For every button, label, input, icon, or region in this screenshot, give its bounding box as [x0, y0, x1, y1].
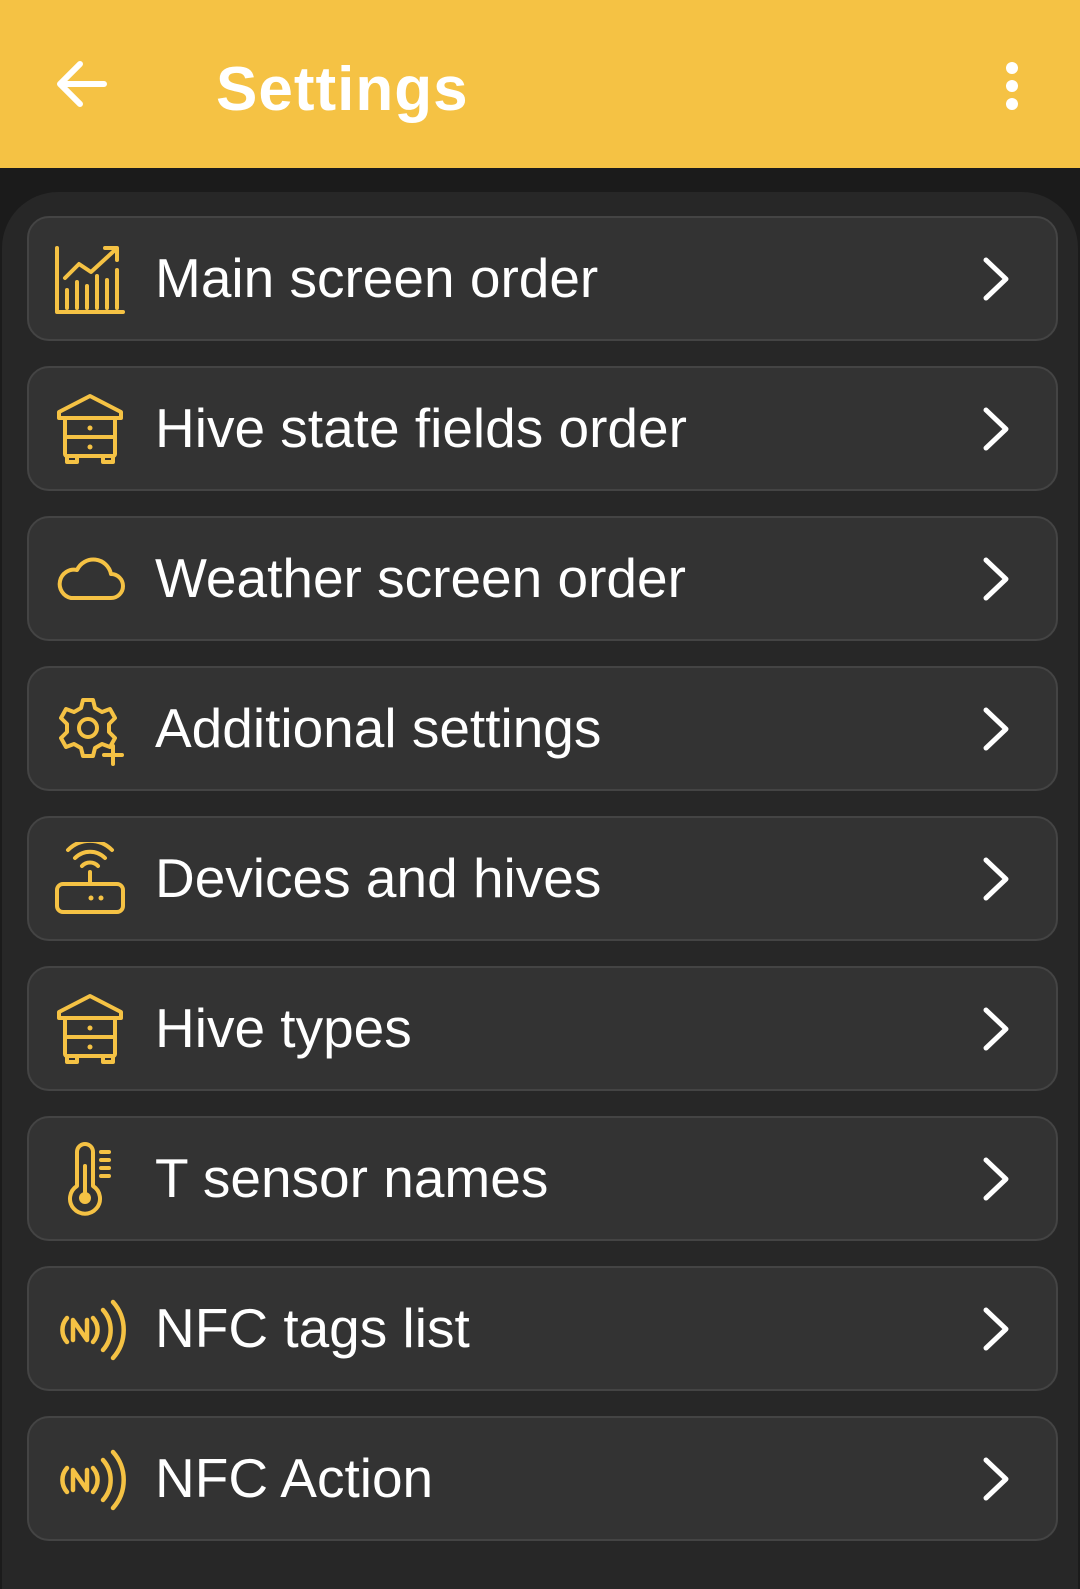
- settings-item-label: Main screen order: [155, 247, 599, 309]
- settings-item-label: NFC tags list: [155, 1297, 470, 1359]
- settings-item-label: Additional settings: [155, 697, 602, 759]
- chevron-right-icon: [983, 557, 1009, 601]
- chevron-right-icon: [983, 1457, 1009, 1501]
- beehive-icon: [57, 394, 123, 464]
- chevron-right-icon: [983, 1007, 1009, 1051]
- page-title: Settings: [216, 55, 469, 124]
- more-vert-icon: [1006, 62, 1018, 110]
- gear-plus-icon: [59, 698, 124, 766]
- settings-item-additional-settings[interactable]: Additional settings: [27, 666, 1058, 791]
- thermometer-icon: [68, 1142, 111, 1216]
- chart-icon: [55, 246, 125, 314]
- router-icon: [55, 842, 125, 914]
- settings-item-hive-types[interactable]: Hive types: [27, 966, 1058, 1091]
- chevron-right-icon: [983, 407, 1009, 451]
- chevron-right-icon: [983, 707, 1009, 751]
- settings-item-hive-state-fields-order[interactable]: Hive state fields order: [27, 366, 1058, 491]
- settings-item-main-screen-order[interactable]: Main screen order: [27, 216, 1058, 341]
- settings-item-label: Hive state fields order: [155, 397, 687, 459]
- arrow-left-icon: [57, 61, 107, 107]
- back-button[interactable]: [48, 50, 116, 118]
- app-bar: Settings: [0, 0, 1080, 168]
- chevron-right-icon: [983, 857, 1009, 901]
- settings-panel: Main screen order Hive state fields orde…: [2, 192, 1078, 1589]
- chevron-right-icon: [983, 257, 1009, 301]
- settings-item-label: Devices and hives: [155, 847, 602, 909]
- settings-item-nfc-action[interactable]: NFC Action: [27, 1416, 1058, 1541]
- settings-item-label: NFC Action: [155, 1447, 434, 1509]
- nfc-icon: [60, 1449, 126, 1511]
- settings-item-label: Weather screen order: [155, 547, 686, 609]
- nfc-icon: [60, 1299, 126, 1361]
- chevron-right-icon: [983, 1307, 1009, 1351]
- settings-item-nfc-tags-list[interactable]: NFC tags list: [27, 1266, 1058, 1391]
- settings-item-devices-and-hives[interactable]: Devices and hives: [27, 816, 1058, 941]
- settings-item-label: Hive types: [155, 997, 412, 1059]
- settings-item-t-sensor-names[interactable]: T sensor names: [27, 1116, 1058, 1241]
- settings-item-label: T sensor names: [155, 1147, 549, 1209]
- beehive-icon: [57, 994, 123, 1064]
- chevron-right-icon: [983, 1157, 1009, 1201]
- cloud-icon: [57, 557, 125, 600]
- settings-item-weather-screen-order[interactable]: Weather screen order: [27, 516, 1058, 641]
- overflow-menu-button[interactable]: [988, 52, 1036, 120]
